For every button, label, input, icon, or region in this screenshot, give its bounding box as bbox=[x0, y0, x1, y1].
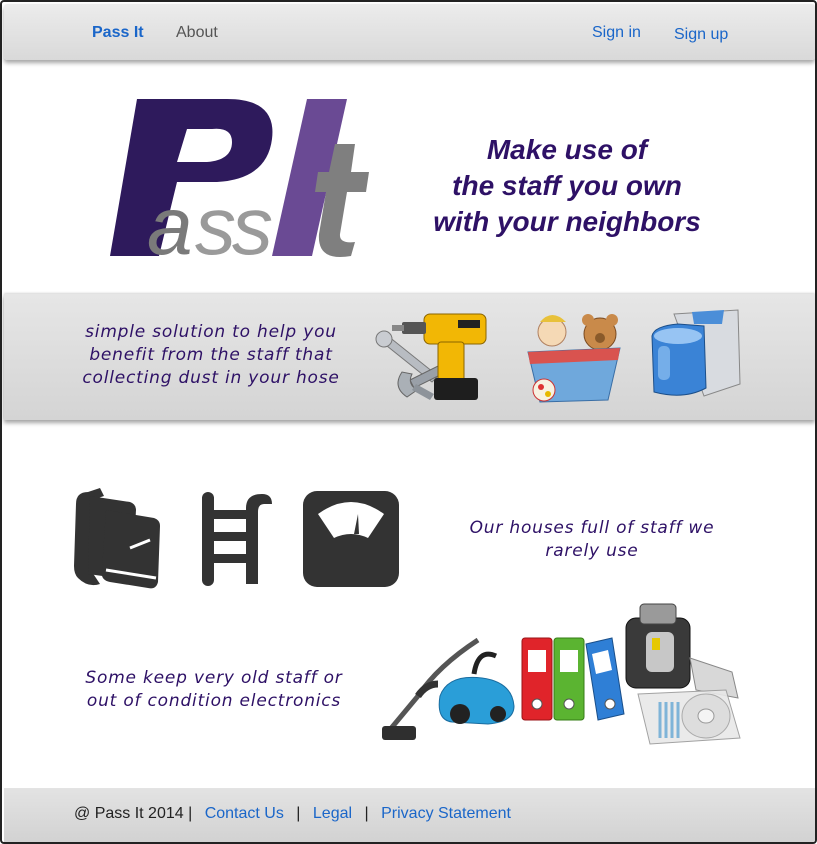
intro-text: simple solution to help you benefit from… bbox=[66, 321, 356, 390]
legal-link[interactable]: Legal bbox=[313, 805, 352, 822]
scale-icon bbox=[303, 491, 399, 587]
about-link[interactable]: About bbox=[176, 24, 218, 42]
old-stuff-text: Some keep very old staff or out of condi… bbox=[64, 667, 364, 713]
pass-it-logo: a ss bbox=[110, 99, 369, 264]
brand-link[interactable]: Pass It bbox=[92, 24, 144, 42]
intro-line: benefit from the staff that bbox=[89, 345, 333, 365]
tagline-line: Make use of bbox=[486, 134, 648, 165]
sign-up-link[interactable]: Sign up bbox=[674, 26, 728, 44]
intro-line: collecting dust in your hose bbox=[82, 368, 340, 388]
houses-line: rarely use bbox=[545, 541, 639, 561]
tagline-line: the staff you own bbox=[452, 170, 682, 201]
hero-tagline: Make use of the staff you own with your … bbox=[412, 132, 722, 240]
old-stuff-line: out of condition electronics bbox=[86, 691, 342, 711]
binders-icon bbox=[521, 637, 625, 721]
privacy-statement-link[interactable]: Privacy Statement bbox=[381, 805, 511, 822]
svg-text:ss: ss bbox=[195, 181, 272, 264]
houses-text: Our houses full of staff we rarely use bbox=[452, 517, 732, 563]
footer: @ Pass It 2014 | Contact Us | Legal | Pr… bbox=[4, 788, 815, 842]
page-frame: Pass It About Sign in Sign up a ss Make … bbox=[0, 0, 817, 844]
old-stuff-line: Some keep very old staff or bbox=[85, 668, 343, 688]
footer-separator: | bbox=[364, 805, 369, 822]
toy-box-icon bbox=[527, 314, 621, 403]
svg-text:a: a bbox=[147, 181, 190, 264]
cd-shredder-icon bbox=[625, 603, 741, 745]
blender-icon bbox=[651, 309, 741, 397]
books-icon bbox=[74, 488, 160, 589]
ladder-icon bbox=[202, 492, 272, 586]
top-navbar: Pass It About Sign in Sign up bbox=[4, 4, 815, 60]
contact-us-link[interactable]: Contact Us bbox=[205, 805, 284, 822]
intro-band: simple solution to help you benefit from… bbox=[4, 294, 815, 420]
tools-icon bbox=[375, 313, 487, 400]
intro-line: simple solution to help you bbox=[85, 322, 337, 342]
footer-separator: | bbox=[296, 805, 301, 822]
vacuum-cleaner-icon bbox=[382, 637, 515, 740]
houses-line: Our houses full of staff we bbox=[469, 518, 715, 538]
footer-links: @ Pass It 2014 | Contact Us | Legal | Pr… bbox=[74, 805, 511, 823]
sign-in-link[interactable]: Sign in bbox=[592, 24, 641, 42]
copyright-text: @ Pass It 2014 | bbox=[74, 805, 193, 822]
tagline-line: with your neighbors bbox=[433, 206, 701, 237]
